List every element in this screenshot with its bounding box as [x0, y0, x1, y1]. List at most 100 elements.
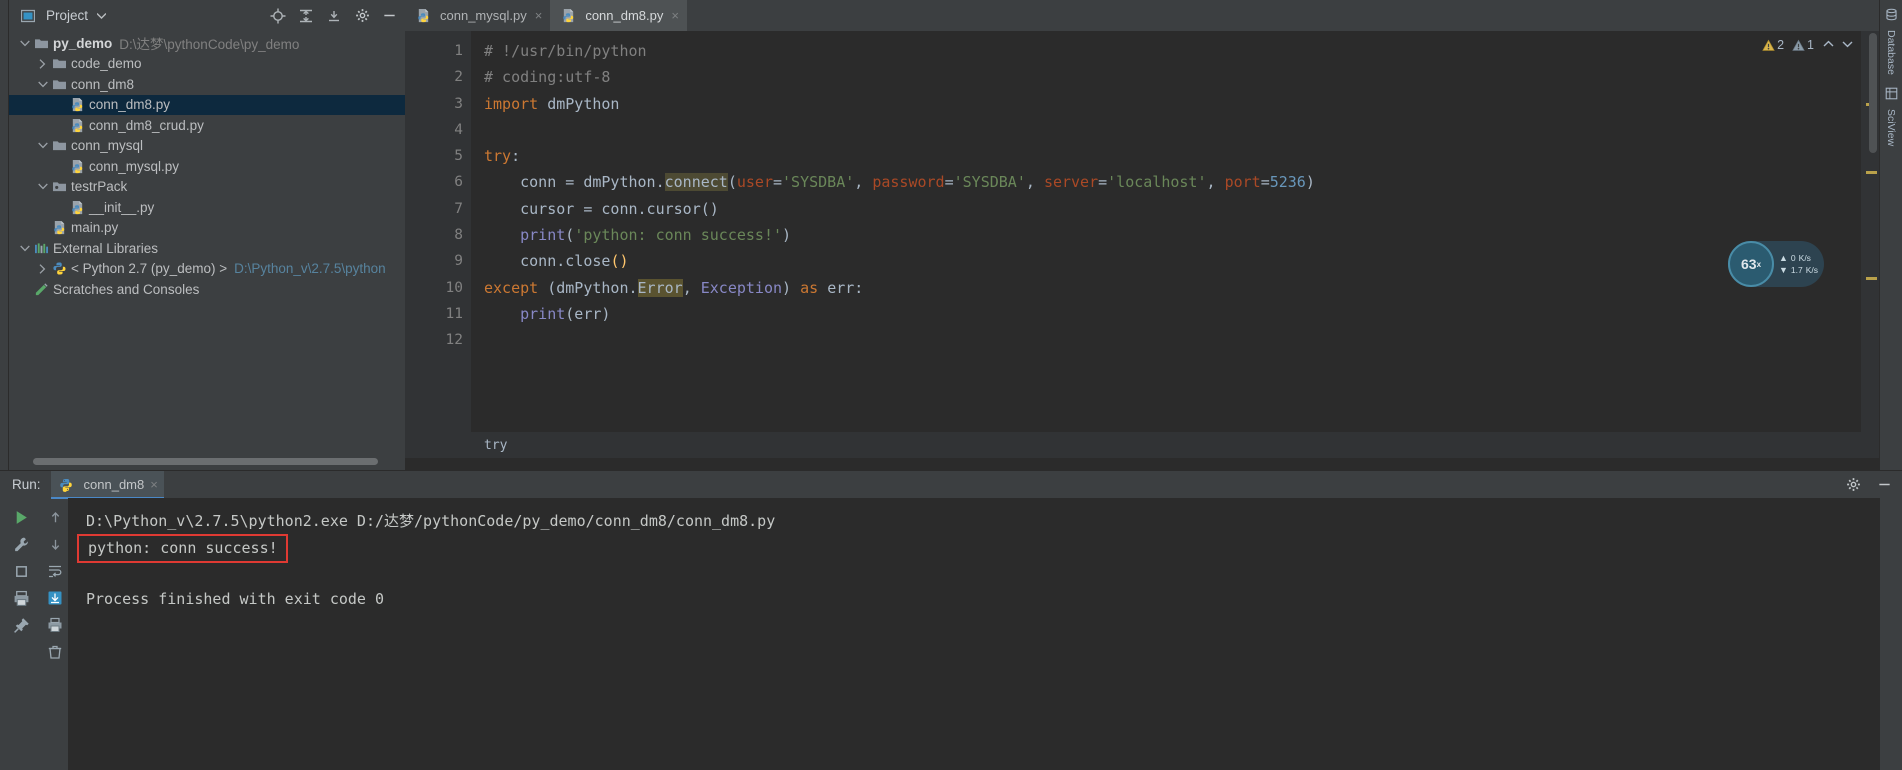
- tree-row[interactable]: code_demo: [9, 54, 405, 75]
- chevron-down-icon[interactable]: [17, 40, 32, 47]
- code-token: conn = dmPython.: [484, 173, 665, 192]
- project-hscrollbar[interactable]: [9, 458, 405, 470]
- close-icon[interactable]: ×: [671, 8, 679, 23]
- minimize-icon[interactable]: [379, 5, 399, 27]
- code-line[interactable]: print(err): [484, 301, 1861, 327]
- tree-row[interactable]: External Libraries: [9, 238, 405, 259]
- code-line[interactable]: print('python: conn success!'): [484, 222, 1861, 248]
- tree-row[interactable]: testrPack: [9, 177, 405, 198]
- close-icon[interactable]: ×: [535, 8, 543, 23]
- scroll-to-end-button[interactable]: [42, 585, 68, 611]
- folder-icon: [50, 57, 68, 70]
- tree-row[interactable]: < Python 2.7 (py_demo) > D:\Python_v\2.7.…: [9, 259, 405, 280]
- code-token: (: [727, 173, 737, 192]
- pin-tab-button[interactable]: [8, 612, 34, 638]
- tree-row[interactable]: conn_dm8: [9, 74, 405, 95]
- code-token: conn.: [484, 252, 566, 271]
- run-panel: Run: conn_dm8 × D:\Python_v\2.7.5\python…: [0, 470, 1902, 770]
- chevron-down-icon[interactable]: [35, 81, 50, 88]
- folder-icon: [50, 78, 68, 91]
- project-dropdown-icon[interactable]: [94, 12, 109, 19]
- breadcrumb[interactable]: try: [405, 432, 1879, 458]
- inspection-status[interactable]: 2 1: [1762, 38, 1853, 52]
- tree-row-label: code_demo: [71, 56, 142, 72]
- tree-row[interactable]: conn_dm8_crud.py: [9, 115, 405, 136]
- prev-problem-icon[interactable]: [1823, 40, 1834, 51]
- python-file-icon: [68, 97, 86, 112]
- gear-icon[interactable]: [351, 5, 373, 27]
- tree-row[interactable]: conn_dm8.py: [9, 94, 405, 115]
- run-tab-conn-dm8[interactable]: conn_dm8 ×: [50, 470, 165, 499]
- chevron-down-icon[interactable]: [35, 142, 50, 149]
- code-token: as: [800, 278, 828, 297]
- python-file-icon: [68, 159, 86, 174]
- collapse-expand-icon[interactable]: [295, 5, 317, 27]
- tree-row[interactable]: conn_mysql: [9, 136, 405, 157]
- run-toolbar-left: [0, 498, 42, 770]
- chevron-right-icon[interactable]: [35, 58, 50, 69]
- down-stack-button[interactable]: [42, 531, 68, 557]
- tree-row-label: conn_dm8: [71, 76, 135, 92]
- chevron-down-icon[interactable]: [35, 183, 50, 190]
- code-editor[interactable]: 1 2 3 4 5 6 7 8 9 10 11 12 # !/usr/bin/p…: [405, 31, 1879, 432]
- database-icon: [1885, 8, 1898, 26]
- stop-button[interactable]: [8, 558, 34, 584]
- editor-tab[interactable]: conn_mysql.py ×: [405, 0, 550, 31]
- print-button[interactable]: [8, 585, 34, 611]
- tree-row[interactable]: main.py: [9, 218, 405, 239]
- run-console-output[interactable]: D:\Python_v\2.7.5\python2.exe D:/达梦/pyth…: [68, 498, 1879, 770]
- locate-target-icon[interactable]: [267, 5, 289, 27]
- code-token: close: [565, 252, 611, 271]
- rerun-button[interactable]: [8, 504, 34, 530]
- tree-row[interactable]: py_demo D:\达梦\pythonCode\py_demo: [9, 33, 405, 54]
- code-token: 5236: [1269, 173, 1306, 192]
- code-content[interactable]: # !/usr/bin/python # coding:utf-8 import d…: [471, 31, 1861, 432]
- line-number: 3: [454, 95, 463, 112]
- right-tool-database[interactable]: Database: [1885, 8, 1898, 75]
- chevron-down-icon[interactable]: [17, 245, 32, 252]
- editor-tab[interactable]: conn_dm8.py ×: [550, 0, 687, 31]
- code-line[interactable]: conn = dmPython.connect(user='SYSDBA', p…: [484, 169, 1861, 195]
- clear-all-button[interactable]: [42, 639, 68, 665]
- settings-wrench-button[interactable]: [8, 531, 34, 557]
- tree-row[interactable]: __init__.py: [9, 197, 405, 218]
- network-usage-bubble[interactable]: 63 x ▲ 0 K/s ▼ 1.7 K/s: [1728, 241, 1824, 287]
- code-line[interactable]: conn.close(): [484, 248, 1861, 274]
- line-number: 4: [454, 121, 463, 138]
- code-line[interactable]: import dmPython: [484, 91, 1861, 117]
- chevron-right-icon[interactable]: [35, 263, 50, 274]
- code-token: cursor = conn.cursor(): [484, 199, 719, 218]
- python-file-icon: [50, 220, 68, 235]
- project-tree[interactable]: py_demo D:\达梦\pythonCode\py_demo code_demo…: [9, 31, 405, 458]
- project-panel-icon: [19, 9, 37, 23]
- print-console-button[interactable]: [42, 612, 68, 638]
- next-problem-icon[interactable]: [1842, 40, 1853, 51]
- editor-vscrollbar[interactable]: [1868, 31, 1878, 432]
- editor-hscrollbar[interactable]: [405, 458, 1879, 470]
- code-line[interactable]: # !/usr/bin/python: [484, 38, 1861, 64]
- code-line[interactable]: # coding:utf-8: [484, 64, 1861, 90]
- code-line[interactable]: try:: [484, 143, 1861, 169]
- tree-row-path: D:\Python_v\2.7.5\python: [234, 261, 386, 277]
- network-percent-value: 63: [1740, 256, 1757, 272]
- code-line[interactable]: except (dmPython.Error, Exception) as er…: [484, 275, 1861, 301]
- right-tool-sciview[interactable]: SciView: [1885, 87, 1898, 146]
- collapse-all-icon[interactable]: [323, 5, 345, 27]
- download-rate: ▼ 1.7 K/s: [1779, 265, 1819, 275]
- minimize-icon[interactable]: [1874, 474, 1894, 496]
- close-icon[interactable]: ×: [150, 477, 158, 492]
- left-tool-strip: [0, 0, 9, 470]
- editor-tab-label: conn_mysql.py: [440, 8, 527, 23]
- tree-row[interactable]: conn_mysql.py: [9, 156, 405, 177]
- gear-icon[interactable]: [1842, 474, 1864, 496]
- code-line[interactable]: cursor = conn.cursor(): [484, 196, 1861, 222]
- up-stack-button[interactable]: [42, 504, 68, 530]
- code-line[interactable]: [484, 327, 1861, 353]
- tree-row-label: conn_dm8_crud.py: [89, 117, 204, 133]
- run-panel-header: Run: conn_dm8 ×: [0, 470, 1902, 499]
- soft-wrap-button[interactable]: [42, 558, 68, 584]
- code-line[interactable]: [484, 117, 1861, 143]
- tree-row[interactable]: Scratches and Consoles: [9, 279, 405, 300]
